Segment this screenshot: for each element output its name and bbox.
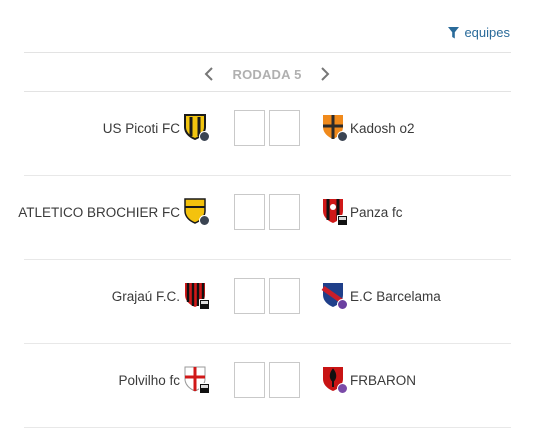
home-team-crest bbox=[183, 114, 210, 142]
match-row: Polvilho fc FRBARON bbox=[24, 344, 511, 428]
round-navigator: RODADA 5 bbox=[200, 62, 334, 86]
owner-avatar-icon bbox=[337, 131, 348, 142]
home-score-input[interactable] bbox=[234, 362, 265, 398]
home-team-crest bbox=[183, 282, 210, 310]
home-team[interactable]: Polvilho fc bbox=[118, 366, 210, 394]
away-team[interactable]: Panza fc bbox=[321, 198, 403, 226]
away-score-input[interactable] bbox=[269, 278, 300, 314]
owner-avatar-icon bbox=[337, 299, 348, 310]
home-team[interactable]: US Picoti FC bbox=[102, 114, 210, 142]
home-team-crest bbox=[183, 366, 210, 394]
owner-avatar-icon bbox=[199, 299, 210, 310]
away-team-name: Kadosh o2 bbox=[350, 120, 415, 136]
home-team[interactable]: ATLETICO BROCHIER FC bbox=[18, 198, 210, 226]
round-label: RODADA 5 bbox=[232, 66, 302, 82]
away-team-name: E.C Barcelama bbox=[350, 288, 441, 304]
owner-avatar-icon bbox=[337, 215, 348, 226]
owner-avatar-icon bbox=[337, 383, 348, 394]
away-team-crest bbox=[321, 366, 348, 394]
home-team-crest bbox=[183, 198, 210, 226]
owner-avatar-icon bbox=[199, 383, 210, 394]
away-score-input[interactable] bbox=[269, 362, 300, 398]
filter-icon bbox=[448, 26, 460, 38]
home-score-input[interactable] bbox=[234, 278, 265, 314]
owner-avatar-icon bbox=[199, 131, 210, 142]
match-row: ATLETICO BROCHIER FC Panza fc bbox=[18, 176, 511, 260]
away-team-crest bbox=[321, 198, 348, 226]
chevron-right-icon bbox=[321, 67, 330, 81]
previous-round-button[interactable] bbox=[200, 64, 218, 84]
home-team-name: Polvilho fc bbox=[118, 372, 180, 388]
home-team[interactable]: Grajaú F.C. bbox=[111, 282, 210, 310]
match-row: Grajaú F.C. E.C Barcelama bbox=[24, 260, 511, 344]
next-round-button[interactable] bbox=[316, 64, 334, 84]
away-team[interactable]: FRBARON bbox=[321, 366, 416, 394]
away-team-name: Panza fc bbox=[350, 204, 403, 220]
home-team-name: Grajaú F.C. bbox=[111, 288, 180, 304]
home-team-name: ATLETICO BROCHIER FC bbox=[18, 204, 180, 220]
home-score-input[interactable] bbox=[234, 194, 265, 230]
away-team-name: FRBARON bbox=[350, 372, 417, 388]
team-filter-button[interactable]: equipes bbox=[448, 25, 510, 40]
team-filter-label: equipes bbox=[464, 25, 510, 40]
away-team-crest bbox=[321, 282, 348, 310]
home-team-name: US Picoti FC bbox=[102, 120, 180, 136]
owner-avatar-icon bbox=[199, 215, 210, 226]
away-score-input[interactable] bbox=[269, 194, 300, 230]
away-score-input[interactable] bbox=[269, 110, 300, 146]
away-team-crest bbox=[321, 114, 348, 142]
chevron-left-icon bbox=[204, 67, 213, 81]
away-team[interactable]: Kadosh o2 bbox=[321, 114, 415, 142]
header-divider bbox=[24, 52, 511, 53]
home-score-input[interactable] bbox=[234, 110, 265, 146]
away-team[interactable]: E.C Barcelama bbox=[321, 282, 441, 310]
match-row: US Picoti FC Kadosh o2 bbox=[24, 92, 511, 176]
